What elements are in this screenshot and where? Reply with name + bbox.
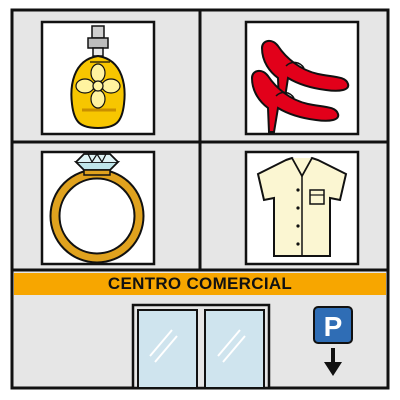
shop-window-shoes bbox=[244, 20, 360, 136]
shop-window-jewelry bbox=[40, 150, 156, 266]
door-left bbox=[137, 309, 198, 389]
mall-name-sign: CENTRO COMERCIAL bbox=[107, 274, 293, 293]
shop-window-clothing bbox=[244, 150, 360, 266]
mall-building: P bbox=[10, 8, 390, 390]
shopping-mall-pictogram: P CENTRO COMERCIAL bbox=[0, 0, 400, 400]
entrance-doors bbox=[131, 303, 271, 390]
shop-window-perfume bbox=[40, 20, 156, 136]
parking-letter: P bbox=[324, 311, 343, 342]
